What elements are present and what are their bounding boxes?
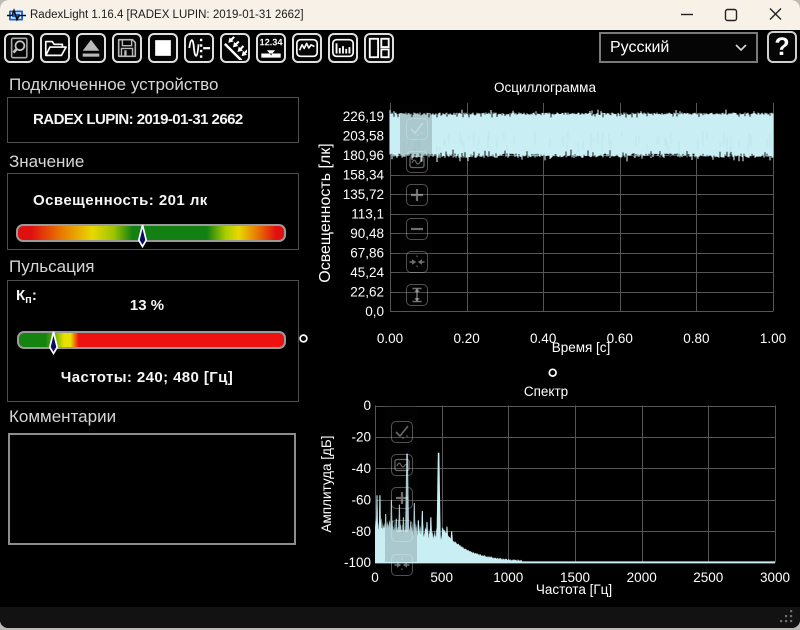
svg-text:0,0: 0,0 xyxy=(365,304,384,319)
svg-text:-40: -40 xyxy=(351,461,371,476)
svg-text:0.60: 0.60 xyxy=(607,331,633,346)
svg-text:0: 0 xyxy=(363,398,371,413)
svg-text:158,34: 158,34 xyxy=(343,167,385,182)
svg-text:2500: 2500 xyxy=(693,570,723,585)
svg-text:0: 0 xyxy=(371,570,379,585)
svg-text:-60: -60 xyxy=(351,492,371,507)
svg-text:0.80: 0.80 xyxy=(683,331,709,346)
svg-text:12.34: 12.34 xyxy=(259,37,283,47)
svg-text:226,19: 226,19 xyxy=(343,109,384,124)
svg-text:45,24: 45,24 xyxy=(350,265,384,280)
svg-text:113,1: 113,1 xyxy=(351,206,384,221)
svg-text:Время [с]: Время [с] xyxy=(552,340,611,355)
svg-text:Амплитуда [дБ]: Амплитуда [дБ] xyxy=(319,435,334,532)
svg-text:180,96: 180,96 xyxy=(343,148,384,163)
svg-text:-80: -80 xyxy=(351,524,371,539)
svg-text:135,72: 135,72 xyxy=(343,187,384,202)
svg-text:500: 500 xyxy=(430,570,453,585)
svg-text:0.00: 0.00 xyxy=(377,331,403,346)
svg-text:203,58: 203,58 xyxy=(343,128,384,143)
svg-text:22,62: 22,62 xyxy=(350,284,384,299)
svg-text:Спектр: Спектр xyxy=(524,384,568,399)
svg-text:Осциллограмма: Осциллограмма xyxy=(494,80,596,95)
svg-text:0.20: 0.20 xyxy=(453,331,479,346)
svg-text:90,48: 90,48 xyxy=(350,226,384,241)
svg-text:-100: -100 xyxy=(344,555,371,570)
svg-text:2000: 2000 xyxy=(627,570,657,585)
svg-text:67,86: 67,86 xyxy=(350,245,384,260)
svg-text:1000: 1000 xyxy=(493,570,523,585)
svg-text:3000: 3000 xyxy=(760,570,790,585)
svg-text:1.00: 1.00 xyxy=(760,331,786,346)
svg-text:-20: -20 xyxy=(351,430,371,445)
svg-text:Частота [Гц]: Частота [Гц] xyxy=(536,582,612,597)
svg-text:Освещенность [лк]: Освещенность [лк] xyxy=(317,143,334,282)
